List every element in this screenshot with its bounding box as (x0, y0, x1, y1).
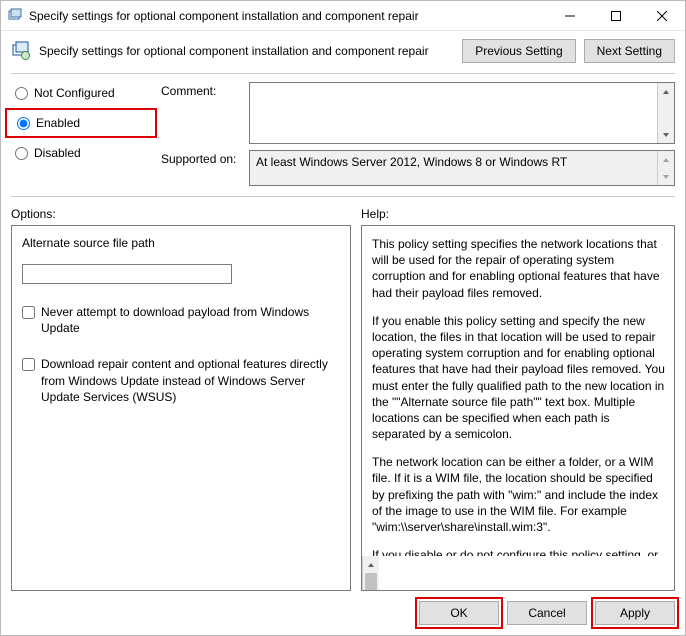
radio-not-configured[interactable]: Not Configured (11, 84, 151, 102)
chk-never-download-input[interactable] (22, 306, 35, 319)
help-p4: If you disable or do not configure this … (372, 547, 666, 556)
radio-disabled-label: Disabled (34, 146, 81, 160)
policy-icon (11, 41, 31, 61)
comment-textarea[interactable] (250, 83, 657, 143)
comment-scrollbar[interactable] (657, 83, 674, 143)
policy-title: Specify settings for optional component … (39, 44, 454, 58)
options-panel: Alternate source file path Never attempt… (11, 225, 351, 591)
scroll-up-icon[interactable] (658, 83, 674, 100)
comment-box (249, 82, 675, 144)
help-panel: This policy setting specifies the networ… (361, 225, 675, 591)
chk-download-repair-input[interactable] (22, 358, 35, 371)
radio-enabled-input[interactable] (17, 117, 30, 130)
config-area: Not Configured Enabled Disabled Comment: (1, 74, 685, 186)
panels: Alternate source file path Never attempt… (1, 225, 685, 591)
radio-enabled-label: Enabled (36, 116, 80, 130)
supported-label: Supported on: (161, 150, 241, 166)
comment-row: Comment: (161, 82, 675, 144)
supported-text: At least Windows Server 2012, Windows 8 … (250, 151, 657, 185)
chk-never-download-label: Never attempt to download payload from W… (41, 304, 340, 336)
help-scrollbar[interactable] (362, 556, 379, 590)
chk-download-repair-label: Download repair content and optional fea… (41, 356, 340, 405)
enabled-highlight: Enabled (5, 108, 157, 138)
next-setting-button[interactable]: Next Setting (584, 39, 675, 63)
scroll-down-icon (658, 168, 674, 185)
config-right-col: Comment: Supported on: At least Windows … (161, 82, 675, 186)
close-button[interactable] (639, 1, 685, 30)
radio-disabled[interactable]: Disabled (11, 144, 151, 162)
comment-label: Comment: (161, 82, 241, 98)
help-p3: The network location can be either a fol… (372, 454, 666, 535)
radio-not-configured-input[interactable] (15, 87, 28, 100)
ok-button[interactable]: OK (419, 601, 499, 625)
alt-path-input[interactable] (22, 264, 232, 284)
cancel-button[interactable]: Cancel (507, 601, 587, 625)
app-icon (7, 8, 23, 24)
scroll-up-icon[interactable] (363, 556, 379, 573)
supported-box: At least Windows Server 2012, Windows 8 … (249, 150, 675, 186)
minimize-button[interactable] (547, 1, 593, 30)
window-controls (547, 1, 685, 30)
supported-scrollbar (657, 151, 674, 185)
bottom-bar: OK Cancel Apply (1, 591, 685, 635)
help-text: This policy setting specifies the networ… (362, 226, 674, 556)
help-p1: This policy setting specifies the networ… (372, 236, 666, 301)
chk-download-repair[interactable]: Download repair content and optional fea… (22, 356, 340, 405)
supported-row: Supported on: At least Windows Server 20… (161, 150, 675, 186)
window-title: Specify settings for optional component … (29, 9, 547, 23)
scroll-up-icon (658, 151, 674, 168)
scroll-down-icon[interactable] (658, 126, 674, 143)
header-row: Specify settings for optional component … (1, 31, 685, 63)
title-bar: Specify settings for optional component … (1, 1, 685, 31)
radio-enabled[interactable]: Enabled (13, 114, 149, 132)
radio-disabled-input[interactable] (15, 147, 28, 160)
chk-never-download[interactable]: Never attempt to download payload from W… (22, 304, 340, 336)
maximize-button[interactable] (593, 1, 639, 30)
options-label: Options: (11, 207, 351, 221)
scrollbar-thumb[interactable] (365, 573, 377, 591)
state-radios: Not Configured Enabled Disabled (11, 82, 151, 186)
previous-setting-button[interactable]: Previous Setting (462, 39, 575, 63)
help-p2: If you enable this policy setting and sp… (372, 313, 666, 443)
apply-button[interactable]: Apply (595, 601, 675, 625)
panel-labels: Options: Help: (1, 197, 685, 225)
radio-not-configured-label: Not Configured (34, 86, 115, 100)
help-label: Help: (361, 207, 675, 221)
alt-path-label: Alternate source file path (22, 236, 340, 250)
